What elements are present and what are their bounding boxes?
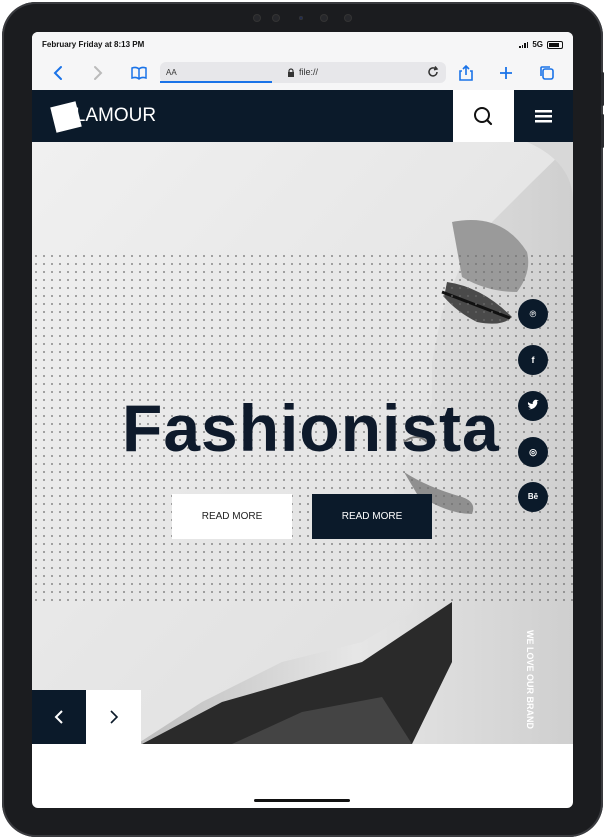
address-focus-line bbox=[160, 81, 272, 83]
pinterest-icon[interactable]: ℗ bbox=[518, 299, 548, 329]
chevron-left-icon bbox=[54, 710, 63, 724]
signal-icon bbox=[519, 41, 529, 48]
dribbble-icon[interactable]: ◎ bbox=[518, 437, 548, 467]
twitter-icon[interactable] bbox=[518, 391, 548, 421]
address-text: file:// bbox=[299, 67, 319, 77]
volume-button bbox=[601, 72, 604, 106]
chevron-right-icon bbox=[110, 710, 119, 724]
sensor-dot bbox=[344, 14, 352, 22]
behance-icon[interactable]: Bē bbox=[518, 482, 548, 512]
bookmarks-icon[interactable] bbox=[130, 64, 148, 82]
reload-icon[interactable] bbox=[426, 65, 440, 79]
search-button[interactable] bbox=[453, 90, 514, 142]
sensor-dot bbox=[320, 14, 328, 22]
read-more-button-light[interactable]: READ MORE bbox=[172, 494, 292, 539]
address-content: file:// bbox=[287, 67, 318, 77]
logo-mark-icon bbox=[50, 101, 82, 133]
sensor-dot bbox=[253, 14, 261, 22]
volume-button bbox=[601, 114, 604, 148]
status-indicators: 5G bbox=[519, 40, 563, 49]
home-indicator[interactable] bbox=[254, 799, 350, 802]
share-icon[interactable] bbox=[457, 64, 475, 82]
status-bar: February Friday at 8:13 PM 5G bbox=[32, 32, 573, 56]
vertical-tagline: WE LOVE OUR BRAND bbox=[525, 630, 535, 729]
status-time: February Friday at 8:13 PM bbox=[42, 40, 145, 49]
forward-icon[interactable] bbox=[88, 64, 106, 82]
lock-icon bbox=[288, 67, 294, 77]
sensor-dot bbox=[272, 14, 280, 22]
hero-headline: Fashionista bbox=[122, 391, 500, 465]
facebook-icon[interactable]: f bbox=[518, 345, 548, 375]
read-more-button-dark[interactable]: READ MORE bbox=[312, 494, 432, 539]
network-label: 5G bbox=[532, 40, 543, 49]
search-icon bbox=[474, 107, 493, 126]
battery-icon bbox=[547, 40, 563, 49]
logo[interactable]: GLAMOUR bbox=[48, 98, 156, 134]
site-header: GLAMOUR bbox=[32, 90, 573, 142]
slider-next-button[interactable] bbox=[86, 690, 141, 744]
text-size-button[interactable]: AA bbox=[166, 68, 177, 77]
hero-slider: Fashionista READ MORE READ MORE ℗ f ◎ Bē… bbox=[32, 142, 573, 744]
back-icon[interactable] bbox=[50, 64, 68, 82]
menu-button[interactable] bbox=[514, 90, 573, 142]
slider-prev-button[interactable] bbox=[32, 690, 86, 744]
camera-icon bbox=[299, 16, 303, 20]
new-tab-icon[interactable] bbox=[497, 64, 515, 82]
screen: February Friday at 8:13 PM 5G AA file:// bbox=[32, 32, 573, 808]
address-bar[interactable]: AA file:// bbox=[160, 62, 446, 83]
hamburger-menu-icon bbox=[535, 110, 552, 123]
twitter-bird-glyph bbox=[527, 399, 539, 410]
tabs-icon[interactable] bbox=[538, 64, 556, 82]
browser-toolbar: AA file:// bbox=[32, 56, 573, 91]
